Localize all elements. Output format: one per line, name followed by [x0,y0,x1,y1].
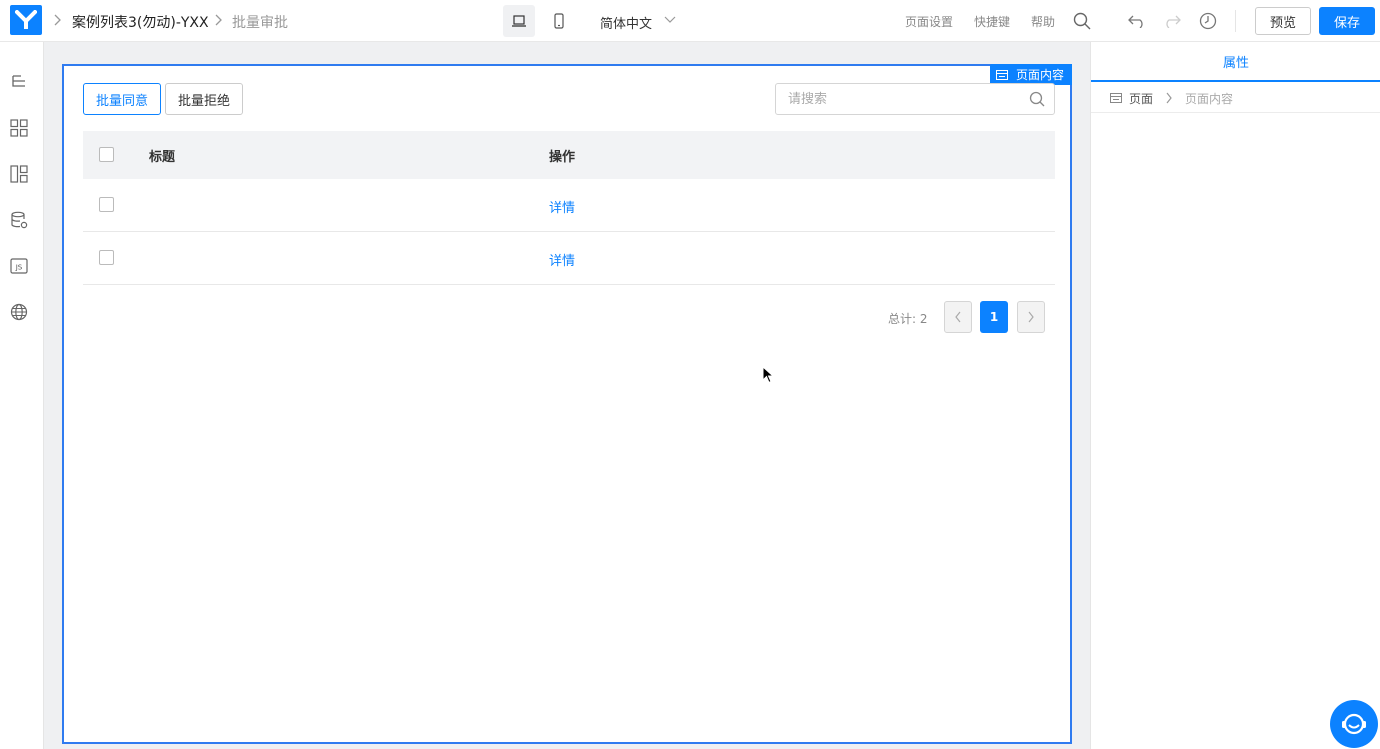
chevron-down-icon[interactable] [664,13,676,31]
preview-button[interactable]: 预览 [1255,7,1311,35]
selection-tag-label: 页面内容 [1015,68,1064,82]
save-button[interactable]: 保存 [1319,7,1375,35]
chevron-right-icon [213,13,223,31]
customer-service-button[interactable] [1330,700,1378,748]
mouse-cursor-icon [762,365,775,388]
page-number-button[interactable]: 1 [980,301,1008,333]
pagination-total: 总计: 2 [888,312,928,326]
data-table: 标题 操作 详情 详情 [83,131,1055,285]
column-header-action: 操作 [549,150,576,165]
search-input[interactable] [788,84,1018,114]
column-header-title: 标题 [149,150,176,165]
components-grid-icon[interactable] [8,117,30,139]
headset-icon [1342,713,1366,735]
properties-panel: 属性 页面 页面内容 [1090,42,1380,749]
history-icon[interactable] [1198,11,1218,31]
mobile-view-button[interactable] [543,5,575,37]
breadcrumb-page: 批量审批 [232,15,288,31]
shortcuts-link[interactable]: 快捷键 [974,13,1010,30]
table-header: 标题 操作 [83,131,1055,179]
row-checkbox[interactable] [99,197,114,212]
design-canvas: 页面内容 批量同意 批量拒绝 标题 操作 详情 详情 [44,42,1090,749]
properties-breadcrumb: 页面 页面内容 [1091,82,1380,113]
desktop-view-button[interactable] [503,5,535,37]
table-row: 详情 [83,232,1055,285]
row-checkbox[interactable] [99,250,114,265]
batch-approve-button[interactable]: 批量同意 [83,83,162,115]
language-select[interactable]: 简体中文 [600,13,652,32]
datasource-icon[interactable] [8,209,30,231]
breadcrumb-current: 页面内容 [1185,92,1234,106]
help-link[interactable]: 帮助 [1031,13,1055,30]
divider [1235,10,1236,32]
detail-link[interactable]: 详情 [549,197,575,216]
search-icon[interactable] [1029,91,1045,111]
page-content-container[interactable]: 页面内容 批量同意 批量拒绝 标题 操作 详情 详情 [62,64,1072,744]
globe-icon[interactable] [8,301,30,323]
chevron-right-icon [1165,92,1173,107]
prev-page-button[interactable] [944,301,972,333]
chevron-right-icon [52,13,62,31]
page-icon [1110,92,1122,106]
breadcrumb-root[interactable]: 页面 [1129,90,1153,107]
svg-text:JS: JS [15,264,23,272]
selection-tag[interactable]: 页面内容 [989,64,1072,85]
js-icon[interactable]: JS [8,255,30,277]
search-box[interactable] [775,83,1055,115]
outline-tree-icon[interactable] [8,71,30,93]
app-logo[interactable] [10,5,42,35]
chevron-right-icon [1028,311,1034,323]
logo-icon [15,10,37,29]
redo-icon[interactable] [1162,11,1182,31]
tab-properties[interactable]: 属性 [1091,42,1380,82]
chevron-left-icon [955,311,961,323]
table-icon [995,69,1008,80]
breadcrumb-app[interactable]: 案例列表3(勿动)-YXX [72,12,209,32]
next-page-button[interactable] [1017,301,1045,333]
batch-reject-button[interactable]: 批量拒绝 [165,83,244,115]
select-all-checkbox[interactable] [99,147,114,162]
table-row: 详情 [83,179,1055,232]
top-toolbar: 案例列表3(勿动)-YXX 批量审批 简体中文 页面设置 快捷键 帮助 预览 保… [0,0,1380,42]
phone-icon [554,13,564,29]
detail-link[interactable]: 详情 [549,250,575,269]
undo-icon[interactable] [1127,11,1147,31]
left-sidebar: JS [0,42,44,749]
page-settings-link[interactable]: 页面设置 [905,13,953,30]
search-icon[interactable] [1072,11,1092,31]
laptop-icon [512,15,526,27]
layout-icon[interactable] [8,163,30,185]
